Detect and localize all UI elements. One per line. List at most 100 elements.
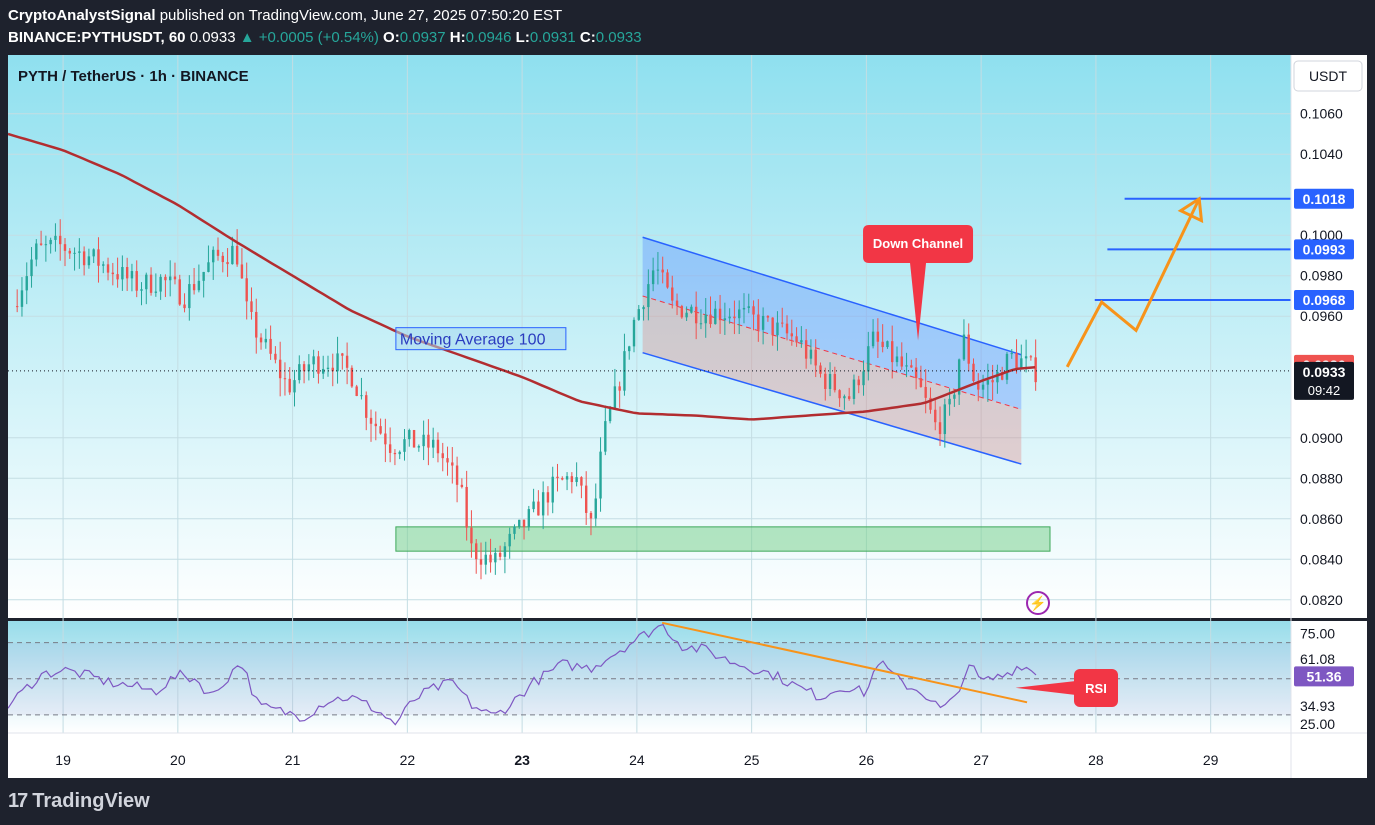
candle-body — [671, 287, 674, 301]
candle-body — [886, 341, 889, 348]
price-axis[interactable] — [1291, 55, 1367, 618]
candle-body — [44, 244, 48, 246]
candle-body — [738, 309, 741, 319]
y-tick-label: 0.0980 — [1300, 268, 1343, 284]
candle-body — [618, 386, 621, 391]
candle-body — [216, 249, 220, 256]
candle-body — [795, 336, 798, 343]
candle-body — [728, 316, 731, 319]
candle-body — [608, 408, 612, 422]
y-tick-label: 0.0840 — [1300, 551, 1343, 567]
pane-divider[interactable] — [8, 618, 1367, 621]
candle-body — [288, 378, 291, 393]
candle-body — [312, 356, 315, 365]
chart-frame[interactable]: Moving Average 100 Down Channel RSI ⚡ 0.… — [7, 55, 1367, 778]
candle-body — [891, 341, 894, 363]
candle-body — [924, 386, 927, 398]
candle-body — [589, 512, 593, 519]
candle-body — [470, 527, 473, 544]
candle-body — [326, 367, 330, 369]
candle-body — [221, 255, 224, 263]
candle-body — [121, 267, 124, 280]
candle-body — [168, 276, 172, 281]
candle-body — [613, 386, 617, 409]
candle-body — [403, 439, 406, 452]
rsi-tick-label: 61.08 — [1300, 651, 1335, 667]
candle-body — [895, 356, 899, 363]
candle-body — [49, 239, 52, 245]
candle-body — [900, 356, 903, 367]
y-tick-label: 0.0820 — [1300, 592, 1343, 608]
author-name[interactable]: CryptoAnalystSignal — [8, 7, 156, 24]
candle-body — [498, 552, 502, 557]
candle-body — [838, 390, 841, 399]
candle-body — [800, 340, 803, 343]
candle-body — [862, 371, 865, 386]
svg-text:⚡: ⚡ — [1029, 595, 1046, 612]
candle-body — [714, 308, 717, 325]
candle-body — [35, 243, 38, 260]
open-label: O: — [383, 29, 400, 46]
price-change: ▲ +0.0005 (+0.54%) — [239, 29, 379, 46]
candle-body — [73, 252, 76, 254]
candle-body — [494, 552, 497, 563]
candle-body — [881, 341, 884, 348]
candle-body — [412, 430, 416, 448]
candle-body — [15, 306, 19, 308]
candle-body — [847, 396, 851, 399]
x-tick-label: 24 — [629, 752, 645, 768]
candle-body — [948, 398, 951, 405]
candle-body — [398, 451, 401, 455]
candle-body — [116, 274, 119, 280]
candle-body — [441, 453, 444, 459]
candle-body — [97, 249, 100, 266]
candle-body — [761, 315, 765, 330]
currency-button[interactable]: USDT — [1293, 60, 1363, 92]
candle-body — [561, 478, 564, 480]
last-price-value: 0.0933 — [1303, 364, 1346, 380]
candle-body — [369, 417, 373, 424]
candle-body — [388, 444, 392, 453]
candle-body — [867, 346, 870, 372]
candle-body — [293, 380, 296, 393]
candle-body — [226, 262, 229, 265]
candle-body — [833, 373, 837, 391]
candle-body — [1015, 353, 1018, 369]
y-tick-label: 0.1040 — [1300, 146, 1343, 162]
rsi-tick-label: 34.93 — [1300, 698, 1335, 714]
tradingview-footer[interactable]: 17 TradingView — [8, 790, 150, 813]
candle-body — [809, 349, 813, 359]
candle-body — [431, 439, 435, 448]
candle-body — [804, 340, 808, 359]
footer-brand: TradingView — [32, 790, 150, 812]
x-tick-label: 26 — [859, 752, 875, 768]
candle-body — [78, 251, 81, 253]
candle-body — [575, 477, 578, 483]
candle-body — [307, 364, 311, 372]
candle-body — [360, 395, 363, 397]
candle-body — [125, 267, 129, 279]
lightning-icon[interactable]: ⚡ — [1026, 591, 1050, 615]
candle-body — [518, 519, 521, 527]
last-price: 0.0933 — [189, 29, 236, 46]
candle-body — [666, 272, 669, 288]
candle-body — [460, 484, 464, 487]
candle-body — [479, 559, 483, 565]
candle-body — [317, 356, 320, 374]
candle-body — [752, 306, 755, 315]
candle-body — [212, 249, 215, 263]
candle-body — [632, 319, 636, 347]
ma100-label-text: Moving Average 100 — [400, 332, 546, 349]
candle-body — [661, 269, 664, 273]
support-zone[interactable] — [395, 526, 1051, 552]
candle-body — [1010, 353, 1013, 355]
ma100-label[interactable]: Moving Average 100 — [395, 327, 567, 351]
bar-countdown: 09:42 — [1308, 383, 1341, 398]
candle-body — [68, 250, 71, 254]
candle-body — [604, 421, 607, 452]
candle-body — [570, 476, 574, 483]
candle-body — [336, 353, 339, 372]
symbol-header: BINANCE:PYTHUSDT, 60 0.0933 ▲ +0.0005 (+… — [8, 29, 642, 46]
candle-body — [274, 353, 277, 360]
price-chart[interactable]: Moving Average 100 Down Channel RSI ⚡ 0.… — [7, 55, 1367, 778]
